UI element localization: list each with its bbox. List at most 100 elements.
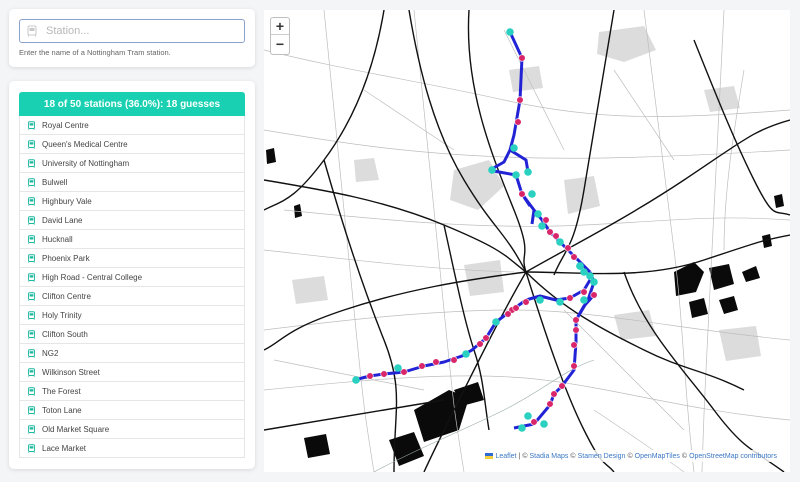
found-station-marker: [510, 144, 518, 152]
station-list-item: Clifton Centre: [20, 287, 244, 306]
search-box[interactable]: [19, 19, 245, 43]
unfound-station-marker: [572, 326, 580, 334]
stamen-link[interactable]: Stamen Design: [578, 453, 626, 460]
station-list-item: Holy Trinity: [20, 306, 244, 325]
tram-icon: [28, 253, 35, 263]
found-station-marker: [528, 190, 536, 198]
station-list-item: Wilkinson Street: [20, 363, 244, 382]
unfound-station-marker: [366, 372, 374, 380]
progress-summary: 18 of 50 stations (36.0%): 18 guesses: [19, 92, 245, 116]
found-station-marker: [580, 296, 588, 304]
station-name: Queen's Medical Centre: [42, 139, 128, 149]
map-attribution: Leaflet | © Stadia Maps © Stamen Design …: [482, 450, 780, 462]
copyright-symbol: ©: [627, 452, 633, 460]
tram-icon: [28, 139, 35, 149]
tram-icon: [28, 443, 35, 453]
station-name: Old Market Square: [42, 424, 110, 434]
station-list: Royal Centre Queen's Medical Centre Univer…: [19, 116, 245, 458]
tram-icon: [27, 25, 37, 37]
search-help-text: Enter the name of a Nottingham Tram stat…: [19, 48, 171, 57]
found-station-marker: [488, 166, 496, 174]
tram-icon: [28, 291, 35, 301]
tram-icon: [28, 177, 35, 187]
tram-icon: [28, 348, 35, 358]
tram-icon: [28, 196, 35, 206]
station-name: The Forest: [42, 386, 81, 396]
station-list-item: Highbury Vale: [20, 192, 244, 211]
map[interactable]: Leaflet | © Stadia Maps © Stamen Design …: [264, 10, 790, 472]
unfound-station-marker: [380, 370, 388, 378]
openmaptiles-link[interactable]: OpenMapTiles: [635, 453, 680, 460]
leaflet-link[interactable]: Leaflet: [495, 453, 516, 460]
found-station-marker: [536, 296, 544, 304]
tram-icon: [28, 234, 35, 244]
unfound-station-marker: [418, 362, 426, 370]
unfound-station-marker: [552, 232, 560, 240]
found-station-marker: [534, 210, 542, 218]
tram-line: [530, 209, 536, 225]
found-station-marker: [518, 424, 526, 432]
station-name: High Road - Central College: [42, 272, 143, 282]
station-name: Toton Lane: [42, 405, 82, 415]
unfound-station-marker: [450, 356, 458, 364]
found-station-marker: [352, 376, 360, 384]
station-name: Lace Market: [42, 443, 87, 453]
unfound-station-marker: [564, 244, 572, 252]
station-name: University of Nottingham: [42, 158, 130, 168]
zoom-out-button[interactable]: −: [271, 35, 289, 52]
station-search-input[interactable]: [46, 25, 226, 37]
station-name: Clifton Centre: [42, 291, 91, 301]
tram-icon: [28, 120, 35, 130]
unfound-station-marker: [590, 291, 598, 299]
tram-icon: [28, 215, 35, 225]
unfound-station-marker: [400, 368, 408, 376]
station-name: NG2: [42, 348, 59, 358]
unfound-station-marker: [580, 288, 588, 296]
unfound-station-marker: [476, 340, 484, 348]
found-station-marker: [576, 262, 584, 270]
unfound-station-marker: [504, 310, 512, 318]
station-name: Holy Trinity: [42, 310, 82, 320]
found-station-marker: [394, 364, 402, 372]
station-name: David Lane: [42, 215, 83, 225]
found-station-marker: [538, 222, 546, 230]
tram-line: [355, 294, 571, 382]
unfound-station-marker: [572, 316, 580, 324]
tram-line: [509, 148, 530, 173]
tram-line: [513, 271, 596, 430]
stadia-link[interactable]: Stadia Maps: [530, 453, 569, 460]
station-name: Phoenix Park: [42, 253, 90, 263]
unfound-station-marker: [546, 400, 554, 408]
found-station-marker: [462, 350, 470, 358]
unfound-station-marker: [570, 253, 578, 261]
station-name: Wilkinson Street: [42, 367, 100, 377]
copyright-symbol: ©: [522, 452, 528, 460]
station-list-item: Royal Centre: [20, 116, 244, 135]
zoom-in-button[interactable]: +: [271, 18, 289, 35]
copyright-symbol: ©: [570, 452, 576, 460]
search-card: Enter the name of a Nottingham Tram stat…: [9, 9, 255, 67]
tram-icon: [28, 424, 35, 434]
station-list-item: Lace Market: [20, 439, 244, 458]
attribution-separator: |: [518, 452, 521, 460]
tram-line: [488, 31, 592, 274]
unfound-station-marker: [570, 341, 578, 349]
tram-icon: [28, 405, 35, 415]
station-list-item: High Road - Central College: [20, 268, 244, 287]
unfound-station-marker: [516, 96, 524, 104]
station-name: Highbury Vale: [42, 196, 92, 206]
copyright-symbol: ©: [681, 452, 688, 460]
openstreetmap-link[interactable]: OpenStreetMap contributors: [689, 453, 777, 460]
unfound-station-marker: [514, 118, 522, 126]
station-list-item: NG2: [20, 344, 244, 363]
unfound-station-marker: [558, 382, 566, 390]
ukraine-flag-icon: [485, 453, 494, 459]
station-name: Royal Centre: [42, 120, 89, 130]
zoom-control: + −: [270, 17, 290, 55]
unfound-station-marker: [518, 54, 526, 62]
found-station-marker: [524, 168, 532, 176]
unfound-station-marker: [512, 304, 520, 312]
unfound-station-marker: [566, 294, 574, 302]
found-station-marker: [524, 412, 532, 420]
station-name: Clifton South: [42, 329, 88, 339]
